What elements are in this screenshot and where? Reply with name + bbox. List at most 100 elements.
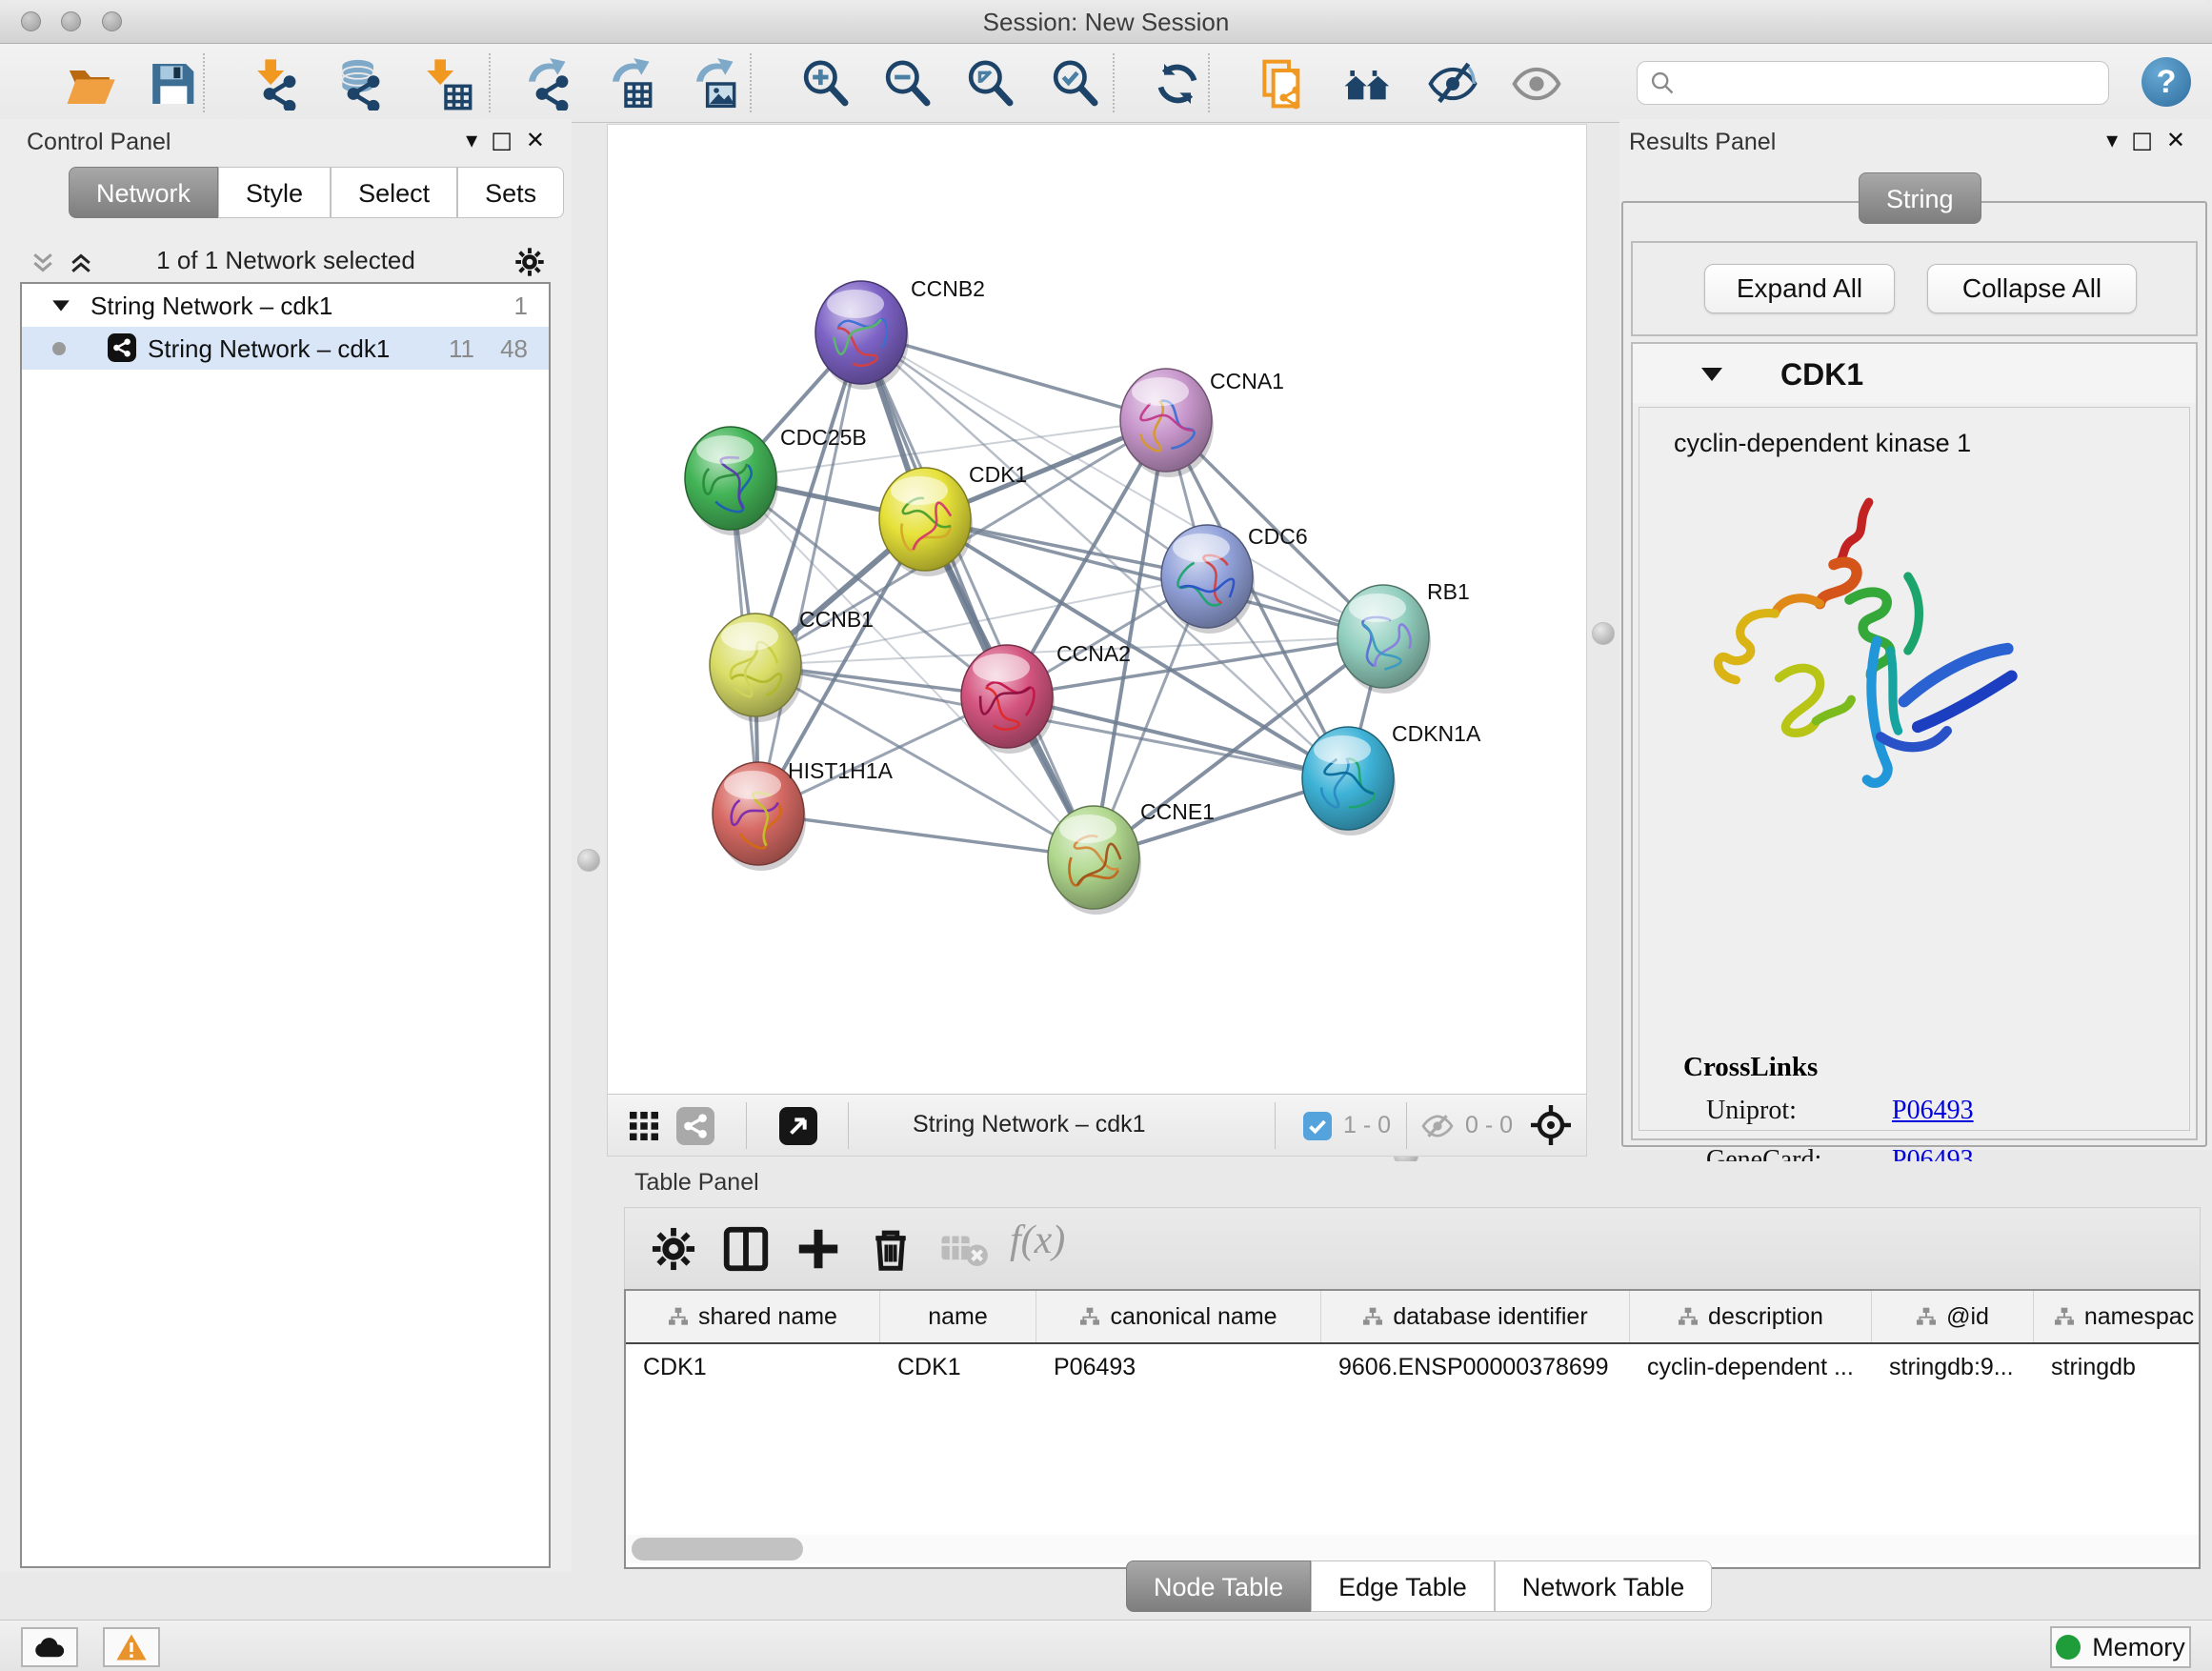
search-input[interactable] <box>1676 70 2076 96</box>
edge-CCNA2-CDKN1A[interactable] <box>1007 696 1348 778</box>
collapse-all-button[interactable]: Collapse All <box>1927 264 2137 313</box>
show-all-icon <box>1510 57 1563 111</box>
panel-float-icon[interactable]: □ <box>491 127 526 153</box>
node-HIST1H1A[interactable]: HIST1H1A <box>713 758 894 871</box>
crosslink-link[interactable]: P06493 <box>1892 1096 1974 1126</box>
cloud-status-button[interactable] <box>21 1627 78 1667</box>
column-header-canonicalname[interactable]: canonical name <box>1036 1291 1321 1342</box>
gear-icon[interactable] <box>513 245 547 279</box>
grid-view-icon[interactable] <box>627 1109 661 1143</box>
export-table-button[interactable] <box>606 57 659 111</box>
chevron-down-icon[interactable] <box>1699 365 1724 384</box>
help-button[interactable]: ? <box>2142 57 2191 107</box>
selected-checkbox-icon[interactable] <box>1303 1112 1332 1140</box>
edge-HIST1H1A-CCNE1[interactable] <box>758 814 1094 857</box>
export-network-button[interactable] <box>522 57 575 111</box>
cell[interactable]: CDK1 <box>626 1344 880 1390</box>
network-icon <box>108 333 136 362</box>
node-CCNE1[interactable]: CCNE1 <box>1048 799 1215 915</box>
cloud-icon <box>32 1635 67 1660</box>
column-header-namespac[interactable]: namespac <box>2034 1291 2201 1342</box>
tree-row-collection[interactable]: String Network – cdk1 1 <box>22 284 549 327</box>
refresh-layout-button[interactable] <box>1151 57 1204 111</box>
expand-all-button[interactable]: Expand All <box>1704 264 1895 313</box>
network-canvas[interactable]: CCNB2 CCNA1 CDC25B CDK1 CDC6 RB1 CCNB1 <box>608 125 1586 1094</box>
tab-string[interactable]: String <box>1859 172 1981 224</box>
tab-node-table[interactable]: Node Table <box>1126 1560 1311 1612</box>
panel-collapse-icon[interactable]: ▾ <box>2106 127 2131 153</box>
import-database-button[interactable] <box>333 57 387 111</box>
node-table[interactable]: shared namename canonical name database … <box>624 1289 2201 1569</box>
warnings-button[interactable] <box>103 1627 160 1667</box>
column-header-id[interactable]: @id <box>1872 1291 2034 1342</box>
column-header-description[interactable]: description <box>1630 1291 1872 1342</box>
cell[interactable]: stringdb:9... <box>1872 1344 2034 1390</box>
table-row[interactable]: CDK1CDK1P064939606.ENSP00000378699cyclin… <box>626 1344 2199 1390</box>
gear-icon[interactable] <box>648 1223 699 1275</box>
zoom-selected-button[interactable] <box>1048 57 1101 111</box>
panel-float-icon[interactable]: □ <box>2131 127 2166 153</box>
node-CCNB1[interactable]: CCNB1 <box>710 607 874 722</box>
node-CCNB2[interactable]: CCNB2 <box>815 276 985 390</box>
fit-selected-crosshair-icon[interactable] <box>1528 1102 1574 1148</box>
zoom-in-button[interactable] <box>798 57 852 111</box>
tab-network-table[interactable]: Network Table <box>1495 1560 1713 1612</box>
crosslink-label: Uniprot: <box>1706 1096 1797 1125</box>
table-hscrollbar[interactable] <box>626 1535 2199 1563</box>
tab-style[interactable]: Style <box>218 167 331 218</box>
disclosure-triangle-icon[interactable] <box>50 298 71 313</box>
import-table-button[interactable] <box>419 57 473 111</box>
node-RB1[interactable]: RB1 <box>1337 579 1470 694</box>
node-entry-header[interactable]: CDK1 <box>1633 344 2196 403</box>
panel-close-icon[interactable]: ✕ <box>526 127 558 153</box>
toolbar-separator <box>489 53 491 112</box>
table-header-row: shared namename canonical name database … <box>626 1291 2199 1344</box>
node-CCNA2[interactable]: CCNA2 <box>961 641 1131 754</box>
cell[interactable]: 9606.ENSP00000378699 <box>1321 1344 1630 1390</box>
node-CCNA1[interactable]: CCNA1 <box>1120 369 1284 477</box>
column-header-name[interactable]: name <box>880 1291 1036 1342</box>
hide-selected-button[interactable] <box>1426 57 1479 111</box>
node-CDC25B[interactable]: CDC25B <box>685 425 867 535</box>
tab-edge-table[interactable]: Edge Table <box>1311 1560 1495 1612</box>
cell[interactable]: P06493 <box>1036 1344 1321 1390</box>
zoom-window-icon[interactable] <box>102 11 122 31</box>
column-header-sharedname[interactable]: shared name <box>626 1291 880 1342</box>
network-share-view-icon[interactable] <box>676 1107 714 1145</box>
tab-network[interactable]: Network <box>69 167 218 218</box>
panel-close-icon[interactable]: ✕ <box>2166 127 2199 153</box>
left-splitter-grip[interactable] <box>577 849 600 872</box>
node-CDKN1A[interactable]: CDKN1A <box>1302 721 1481 836</box>
birdseye-view-icon[interactable] <box>779 1107 817 1145</box>
search-box[interactable] <box>1637 61 2109 105</box>
save-session-button[interactable] <box>145 57 198 111</box>
delete-column-icon[interactable] <box>865 1223 916 1275</box>
memory-button[interactable]: Memory <box>2050 1626 2191 1668</box>
tab-sets[interactable]: Sets <box>457 167 564 218</box>
edge-CCNB2-HIST1H1A[interactable] <box>758 332 861 814</box>
panel-collapse-icon[interactable]: ▾ <box>466 127 491 153</box>
add-column-icon[interactable] <box>793 1223 844 1275</box>
import-network-button[interactable] <box>250 57 303 111</box>
table-hscrollbar-thumb[interactable] <box>632 1538 803 1560</box>
tree-row-network[interactable]: String Network – cdk1 11 48 <box>22 327 549 370</box>
cell[interactable]: stringdb <box>2034 1344 2201 1390</box>
tab-select[interactable]: Select <box>331 167 457 218</box>
export-image-button[interactable] <box>690 57 743 111</box>
column-header-databaseidentifier[interactable]: database identifier <box>1321 1291 1630 1342</box>
first-neighbors-button[interactable] <box>1341 57 1395 111</box>
table-tabs: Node TableEdge TableNetwork Table <box>1126 1560 1712 1612</box>
cell[interactable]: CDK1 <box>880 1344 1036 1390</box>
zoom-out-button[interactable] <box>880 57 934 111</box>
show-all-button[interactable] <box>1510 57 1563 111</box>
node-CDK1[interactable]: CDK1 <box>879 462 1027 576</box>
cell[interactable]: cyclin-dependent ... <box>1630 1344 1872 1390</box>
zoom-fit-button[interactable] <box>963 57 1016 111</box>
minimize-window-icon[interactable] <box>61 11 81 31</box>
show-columns-icon[interactable] <box>720 1223 772 1275</box>
duplicate-network-button[interactable] <box>1256 57 1309 111</box>
open-file-button[interactable] <box>64 57 117 111</box>
right-splitter-grip[interactable] <box>1592 622 1615 645</box>
close-window-icon[interactable] <box>21 11 41 31</box>
edge-CCNB2-CCNE1[interactable] <box>861 332 1094 857</box>
